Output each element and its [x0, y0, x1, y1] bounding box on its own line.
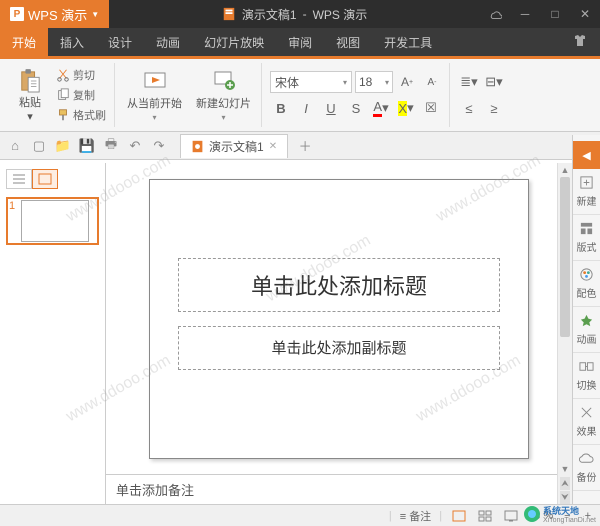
side-colors[interactable]: 配色: [573, 261, 600, 307]
sorter-view-button[interactable]: [476, 508, 494, 524]
title-bar: P WPS 演示 ▼ 演示文稿1 - WPS 演示 ─ □ ✕: [0, 0, 600, 28]
increase-indent-button[interactable]: ≥: [483, 97, 505, 119]
font-group: 宋体▾ 18▾ A+ A- B I U S A▾ X▾ ☒: [264, 63, 450, 127]
slide-thumbnail-1[interactable]: 1: [6, 197, 99, 245]
presentation-file-icon: [191, 140, 204, 153]
italic-button[interactable]: I: [295, 97, 317, 119]
side-new[interactable]: 新建: [573, 169, 600, 215]
tab-close-icon[interactable]: ✕: [269, 141, 277, 152]
scrollbar-thumb[interactable]: [560, 177, 570, 337]
numbering-button[interactable]: ⊟▾: [483, 71, 505, 93]
app-badge[interactable]: P WPS 演示 ▼: [0, 0, 109, 28]
notes-pane[interactable]: 单击添加备注: [106, 474, 572, 504]
redo-icon[interactable]: ↷: [148, 135, 170, 157]
cut-button[interactable]: 剪切: [52, 66, 110, 84]
close-button[interactable]: ✕: [570, 0, 600, 28]
cloud-button[interactable]: [480, 0, 510, 28]
maximize-button[interactable]: □: [540, 0, 570, 28]
shrink-font-button[interactable]: A-: [421, 71, 443, 93]
document-tab-bar: ⌂ ▢ 📁 💾 🖶 ↶ ↷ 演示文稿1 ✕ ＋: [0, 132, 600, 160]
new-slide-button[interactable]: 新建幻灯片▾: [190, 69, 257, 122]
add-tab-icon[interactable]: ＋: [294, 135, 316, 157]
side-animation[interactable]: 动画: [573, 307, 600, 353]
clear-format-button[interactable]: ☒: [420, 97, 442, 119]
status-bar: | ≡ 备注 | 38 % − +: [0, 504, 600, 526]
side-transition[interactable]: 切换: [573, 353, 600, 399]
zoom-out-button[interactable]: −: [561, 510, 573, 522]
workspace: 1 单击此处添加标题 单击此处添加副标题 单击添加备注: [0, 163, 572, 504]
doc-icon: [222, 7, 236, 21]
zoom-level[interactable]: 38 %: [528, 510, 553, 522]
scroll-up-icon[interactable]: ▲: [558, 163, 572, 177]
window-controls: ─ □ ✕: [480, 0, 600, 28]
next-slide-button[interactable]: ⮟: [560, 491, 570, 504]
normal-view-button[interactable]: [450, 508, 468, 524]
underline-button[interactable]: U: [320, 97, 342, 119]
home-icon[interactable]: ⌂: [4, 135, 26, 157]
bullets-button[interactable]: ≣▾: [458, 71, 480, 93]
shadow-button[interactable]: S: [345, 97, 367, 119]
side-panel: ◀ 新建 版式 配色 动画 切换 效果 备份: [572, 135, 600, 504]
slide-view-button[interactable]: [32, 169, 58, 189]
bold-button[interactable]: B: [270, 97, 292, 119]
app-name: WPS 演示: [28, 5, 87, 24]
side-effects[interactable]: 效果: [573, 399, 600, 445]
app-letter-icon: P: [10, 7, 24, 21]
save-icon[interactable]: 💾: [76, 135, 98, 157]
slideshow-view-button[interactable]: [502, 508, 520, 524]
open-icon[interactable]: 📁: [52, 135, 74, 157]
paste-button[interactable]: 粘贴▾: [10, 63, 50, 127]
title-placeholder[interactable]: 单击此处添加标题: [178, 258, 500, 312]
print-icon[interactable]: 🖶: [100, 135, 122, 157]
zoom-in-button[interactable]: +: [582, 510, 594, 522]
tab-review[interactable]: 审阅: [276, 28, 324, 56]
outline-view-button[interactable]: [6, 169, 32, 189]
document-tab[interactable]: 演示文稿1 ✕: [180, 134, 288, 158]
tab-design[interactable]: 设计: [96, 28, 144, 56]
tab-animation[interactable]: 动画: [144, 28, 192, 56]
prev-slide-button[interactable]: ⮝: [560, 477, 570, 490]
new-doc-icon[interactable]: ▢: [28, 135, 50, 157]
status-notes-button[interactable]: ≡ 备注: [400, 508, 431, 524]
from-current-button[interactable]: 从当前开始▾: [121, 69, 188, 122]
decrease-indent-button[interactable]: ≤: [458, 97, 480, 119]
format-painter-button[interactable]: 格式刷: [52, 106, 110, 124]
font-size-select[interactable]: 18▾: [355, 71, 393, 93]
copy-button[interactable]: 复制: [52, 86, 110, 104]
clipboard-group: 粘贴▾ 剪切 复制 格式刷: [6, 63, 115, 127]
side-collapse-button[interactable]: ◀: [573, 141, 600, 169]
app-menu-arrow-icon: ▼: [91, 10, 99, 19]
tab-start[interactable]: 开始: [0, 28, 48, 56]
window-title: 演示文稿1 - WPS 演示: [109, 6, 480, 23]
thumbnail-panel: 1: [0, 163, 106, 504]
scroll-down-icon[interactable]: ▼: [558, 462, 572, 476]
font-color-button[interactable]: A▾: [370, 97, 392, 119]
highlight-button[interactable]: X▾: [395, 97, 417, 119]
ribbon: 粘贴▾ 剪切 复制 格式刷 从当前开始▾ 新建幻灯片▾ 宋体▾ 18▾ A+ A…: [0, 56, 600, 132]
vertical-scrollbar[interactable]: ▲ ▼ ⮝ ⮟: [557, 163, 572, 504]
font-name-select[interactable]: 宋体▾: [270, 71, 352, 93]
minimize-button[interactable]: ─: [510, 0, 540, 28]
canvas-area: 单击此处添加标题 单击此处添加副标题 单击添加备注: [106, 163, 572, 504]
undo-icon[interactable]: ↶: [124, 135, 146, 157]
subtitle-placeholder[interactable]: 单击此处添加副标题: [178, 326, 500, 370]
slide-number: 1: [9, 200, 17, 242]
side-layout[interactable]: 版式: [573, 215, 600, 261]
side-backup[interactable]: 备份: [573, 445, 600, 491]
slide-thumb-image: [21, 200, 89, 242]
skin-icon[interactable]: [560, 33, 600, 52]
tab-slideshow[interactable]: 幻灯片放映: [192, 28, 276, 56]
thumbnail-view-switch: [6, 169, 99, 189]
tab-insert[interactable]: 插入: [48, 28, 96, 56]
tab-view[interactable]: 视图: [324, 28, 372, 56]
paragraph-group: ≣▾ ⊟▾ ≤ ≥: [452, 63, 511, 127]
slide-canvas[interactable]: 单击此处添加标题 单击此处添加副标题: [149, 179, 529, 459]
slide-group: 从当前开始▾ 新建幻灯片▾: [117, 63, 262, 127]
menu-bar: 开始 插入 设计 动画 幻灯片放映 审阅 视图 开发工具: [0, 28, 600, 56]
tab-dev[interactable]: 开发工具: [372, 28, 444, 56]
grow-font-button[interactable]: A+: [396, 71, 418, 93]
